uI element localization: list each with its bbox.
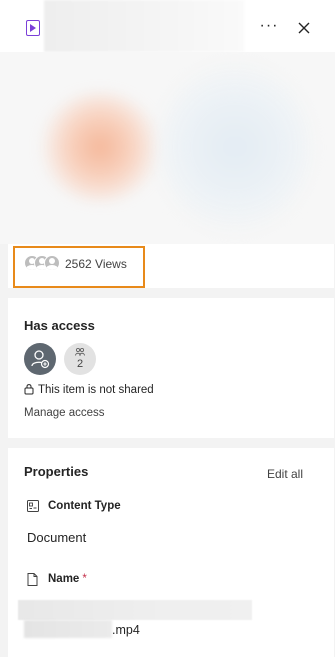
close-icon	[298, 22, 310, 34]
content-type-value[interactable]: Document	[27, 530, 86, 545]
more-options-button[interactable]: ···	[256, 16, 282, 40]
edit-all-button[interactable]: Edit all	[267, 467, 303, 481]
has-access-heading: Has access	[24, 318, 95, 333]
people-with-access-group[interactable]: 2	[64, 343, 96, 375]
share-status-text: This item is not shared	[38, 384, 154, 396]
content-type-label: Content Type	[48, 500, 121, 512]
share-person-button[interactable]	[24, 343, 56, 375]
manage-access-link[interactable]: Manage access	[24, 407, 105, 419]
details-panel: ··· 2562 Views Has access 2 This item is…	[0, 0, 335, 657]
views-count[interactable]: 2562 Views	[65, 257, 127, 271]
group-icon	[75, 347, 85, 356]
name-field[interactable]	[18, 600, 252, 620]
add-person-icon	[31, 350, 50, 369]
required-marker: *	[82, 573, 87, 585]
lock-icon	[24, 384, 34, 395]
video-file-icon	[26, 20, 40, 36]
group-count: 2	[76, 358, 84, 370]
properties-heading: Properties	[24, 464, 89, 479]
viewer-avatars[interactable]	[24, 255, 64, 271]
file-preview	[0, 52, 335, 244]
file-name-redacted	[24, 620, 112, 638]
name-label: Name *	[48, 573, 87, 585]
content-type-icon	[27, 500, 39, 512]
file-title-redacted	[44, 0, 244, 52]
viewer-avatar-icon	[44, 255, 60, 271]
document-icon	[27, 573, 38, 586]
close-button[interactable]	[293, 17, 315, 39]
share-status: This item is not shared	[24, 383, 154, 396]
panel-header: ···	[0, 0, 335, 52]
file-extension: .mp4	[112, 623, 140, 637]
